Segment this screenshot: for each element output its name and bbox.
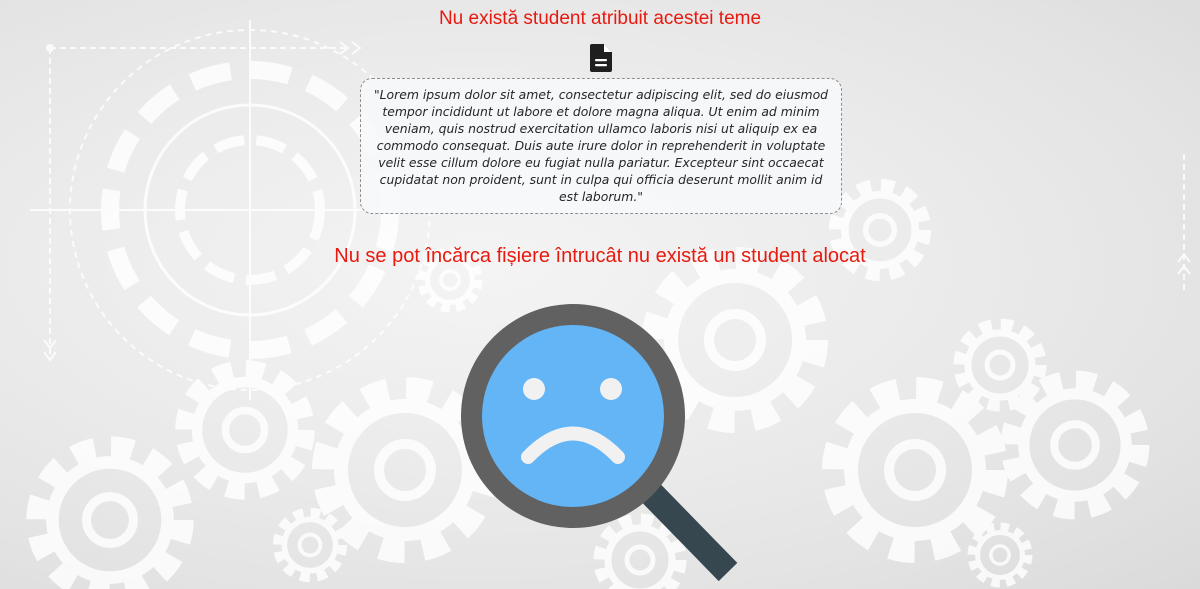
- no-upload-message: Nu se pot încărca fișiere întrucât nu ex…: [334, 245, 866, 267]
- sad-magnifier-icon: [461, 304, 738, 582]
- right-eye: [600, 378, 622, 400]
- left-eye: [523, 378, 545, 400]
- file-text-icon: [590, 44, 612, 72]
- theme-description: "Lorem ipsum dolor sit amet, consectetur…: [360, 78, 842, 214]
- no-student-title: Nu există student atribuit acestei teme: [438, 8, 762, 29]
